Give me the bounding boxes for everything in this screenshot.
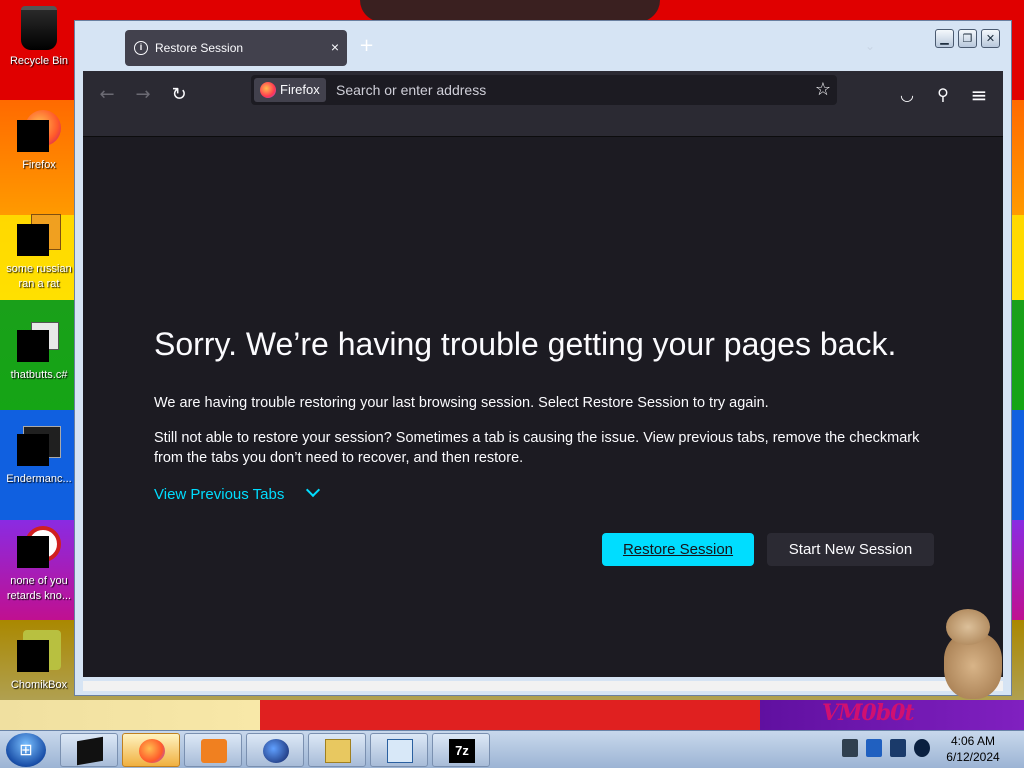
message-still-not-able: Still not able to restore your session? …: [154, 430, 920, 466]
start-new-session-button[interactable]: Start New Session: [767, 533, 934, 566]
firefox-window: i Restore Session × + ⌄ ▁ ❐ ✕ ← → ↻ Fire…: [74, 20, 1012, 696]
reload-button[interactable]: ↻: [163, 79, 195, 111]
minimize-button[interactable]: ▁: [935, 29, 954, 48]
nav-toolbar: ← → ↻ Firefox ☆ ◡ ⚲ ≡: [83, 71, 1003, 137]
bookmark-star-icon[interactable]: ☆: [815, 78, 831, 102]
clock-time: 4:06 AM: [950, 734, 996, 748]
app-icon: [17, 320, 61, 364]
taskbar-clock[interactable]: 4:06 AM 6/12/2024: [940, 733, 1006, 765]
tray-volume-icon[interactable]: [914, 739, 930, 757]
window-bottom-border: [83, 681, 1003, 691]
desktop-icon-label: Endermanc...: [6, 473, 72, 485]
checklist-icon: [387, 739, 413, 763]
desktop-icon-recycle-bin[interactable]: Recycle Bin: [0, 6, 78, 69]
browser-area: ← → ↻ Firefox ☆ ◡ ⚲ ≡ Sorry. We’re havin…: [83, 71, 1003, 677]
tab-title: Restore Session: [155, 41, 244, 55]
firefox-logo-icon: [260, 82, 276, 98]
message-restore: We are having trouble restoring your las…: [154, 395, 769, 411]
app-icon: [17, 526, 61, 570]
clock-date: 6/12/2024: [946, 750, 1000, 764]
close-window-button[interactable]: ✕: [981, 29, 1000, 48]
list-all-tabs-icon[interactable]: ⌄: [865, 39, 875, 53]
7zip-icon: 7z: [449, 739, 475, 763]
terminal-icon: [77, 736, 103, 766]
tab-restore-session[interactable]: i Restore Session ×: [125, 30, 347, 66]
window-titlebar[interactable]: i Restore Session × + ⌄ ▁ ❐ ✕: [75, 21, 1013, 71]
desktop-icon-label: some russian ran a rat: [6, 263, 72, 290]
taskbar-app-globe[interactable]: [246, 733, 304, 767]
desktop-icon-label: Recycle Bin: [9, 55, 69, 67]
view-previous-tabs-label: View Previous Tabs: [154, 486, 285, 503]
taskbar-app-firefox[interactable]: [122, 733, 180, 767]
tray-network-icon[interactable]: [866, 739, 882, 757]
desktop-icon-label: none of you retards kno...: [6, 575, 72, 602]
desktop-icon-thatbutts[interactable]: thatbutts.c#: [0, 320, 78, 383]
taskbar-app-explorer[interactable]: [308, 733, 366, 767]
desktop-icon-chomikbox[interactable]: ChomikBox: [0, 630, 78, 693]
globe-icon: [263, 739, 289, 763]
menu-icon[interactable]: ≡: [963, 79, 995, 111]
media-player-icon: [201, 739, 227, 763]
address-input[interactable]: [336, 81, 796, 99]
desktop-icon-label: thatbutts.c#: [10, 369, 68, 381]
folder-icon: [325, 739, 351, 763]
app-icon: [17, 214, 61, 258]
info-icon: i: [134, 41, 148, 55]
restore-session-button[interactable]: Restore Session: [602, 533, 754, 566]
recycle-bin-icon: [21, 6, 57, 50]
wallpaper-text: VM0b0t: [822, 700, 915, 726]
firefox-icon: [17, 110, 61, 154]
identity-box[interactable]: Firefox: [254, 78, 326, 102]
desktop-icon-endermanch[interactable]: Endermanc...: [0, 424, 78, 487]
tray-expand-icon[interactable]: [842, 739, 858, 757]
firefox-icon: [139, 739, 165, 763]
back-button[interactable]: ←: [91, 79, 123, 111]
hamster-mascot: [936, 605, 1008, 703]
taskbar-app-tasks[interactable]: [370, 733, 428, 767]
desktop-icon-firefox[interactable]: Firefox: [0, 110, 78, 173]
forward-button[interactable]: →: [127, 79, 159, 111]
url-bar[interactable]: Firefox ☆: [251, 75, 837, 105]
start-button[interactable]: ⊞: [6, 733, 46, 767]
wallpaper-decoration: [360, 0, 660, 22]
chomikbox-icon: [17, 630, 61, 674]
desktop-icon-label: ChomikBox: [10, 679, 68, 691]
view-previous-tabs-button[interactable]: View Previous Tabs: [154, 482, 321, 503]
page-title: Sorry. We’re having trouble getting your…: [154, 326, 897, 362]
new-tab-button[interactable]: +: [359, 35, 374, 56]
tray-display-icon[interactable]: [890, 739, 906, 757]
pocket-icon[interactable]: ◡: [891, 79, 923, 111]
taskbar-app-7zip[interactable]: 7z: [432, 733, 490, 767]
desktop-icon-label: Firefox: [22, 159, 56, 171]
restore-session-page: Sorry. We’re having trouble getting your…: [83, 138, 1003, 677]
desktop-icon-none-of-you[interactable]: none of you retards kno...: [0, 526, 78, 604]
identity-label: Firefox: [280, 82, 320, 97]
tab-close-icon[interactable]: ×: [331, 39, 339, 55]
maximize-button[interactable]: ❐: [958, 29, 977, 48]
taskbar-app-terminal[interactable]: [60, 733, 118, 767]
taskbar-app-media-player[interactable]: [184, 733, 242, 767]
taskbar: ⊞ 7z 4:06 AM 6/12/2024: [0, 730, 1024, 768]
desktop-icon-russian-rat[interactable]: some russian ran a rat: [0, 214, 78, 292]
app-icon: [17, 424, 61, 468]
chevron-down-icon: [306, 482, 321, 498]
extensions-icon[interactable]: ⚲: [927, 79, 959, 111]
